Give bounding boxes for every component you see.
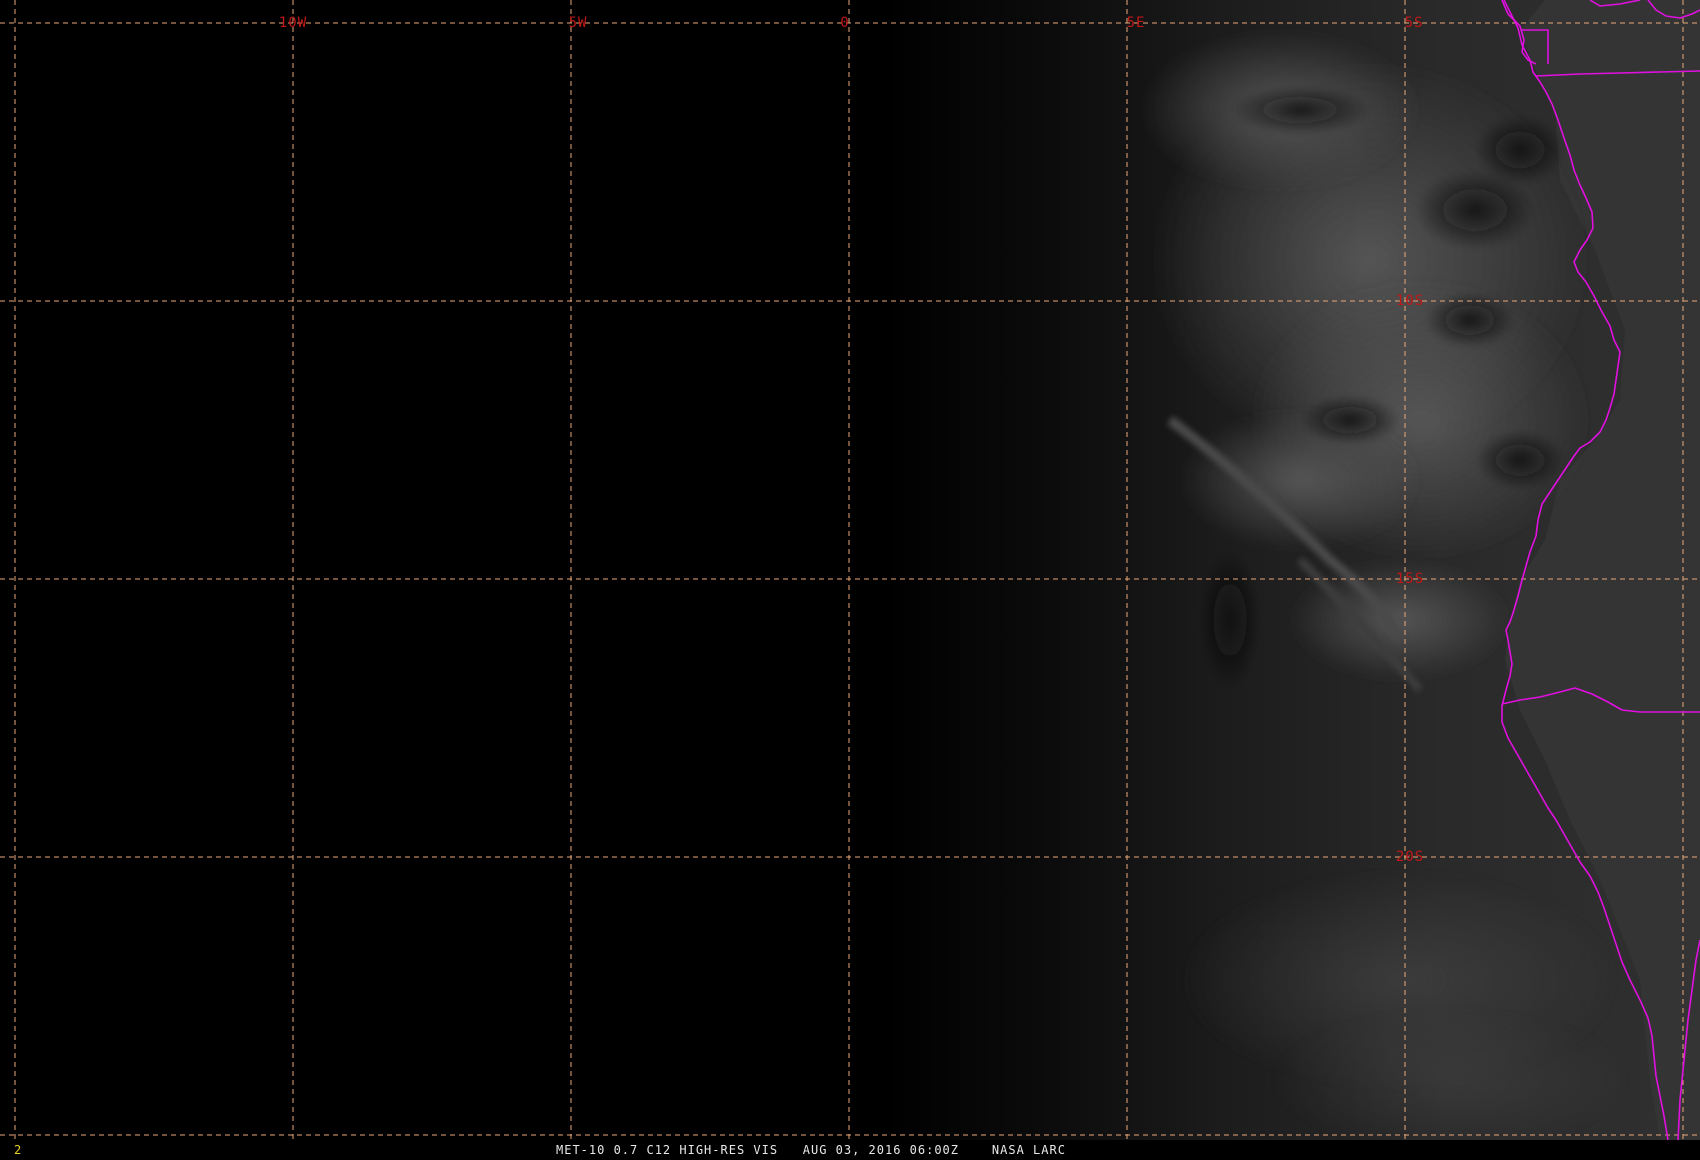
frame-number: 2 <box>14 1143 23 1157</box>
image-caption-bar: 2 MET-10 0.7 C12 HIGH-RES VIS AUG 03, 20… <box>0 1140 1700 1160</box>
lon-label-0: 0 <box>840 15 849 31</box>
image-caption: MET-10 0.7 C12 HIGH-RES VIS AUG 03, 2016… <box>556 1143 1066 1157</box>
lat-label-15s: 15S <box>1396 571 1424 587</box>
satellite-image-viewer: 10W 5W 0 5E 5S 10S 15S 20S 2 MET-10 0.7 … <box>0 0 1700 1160</box>
lon-label-5e: 5E <box>1127 15 1146 31</box>
lon-label-5w: 5W <box>569 15 588 31</box>
lat-label-10s: 10S <box>1396 293 1424 309</box>
lon-label-10w: 10W <box>279 15 307 31</box>
lat-label-20s: 20S <box>1396 849 1424 865</box>
lat-label-5s: 5S <box>1405 15 1424 31</box>
satellite-map: 10W 5W 0 5E 5S 10S 15S 20S <box>0 0 1700 1150</box>
